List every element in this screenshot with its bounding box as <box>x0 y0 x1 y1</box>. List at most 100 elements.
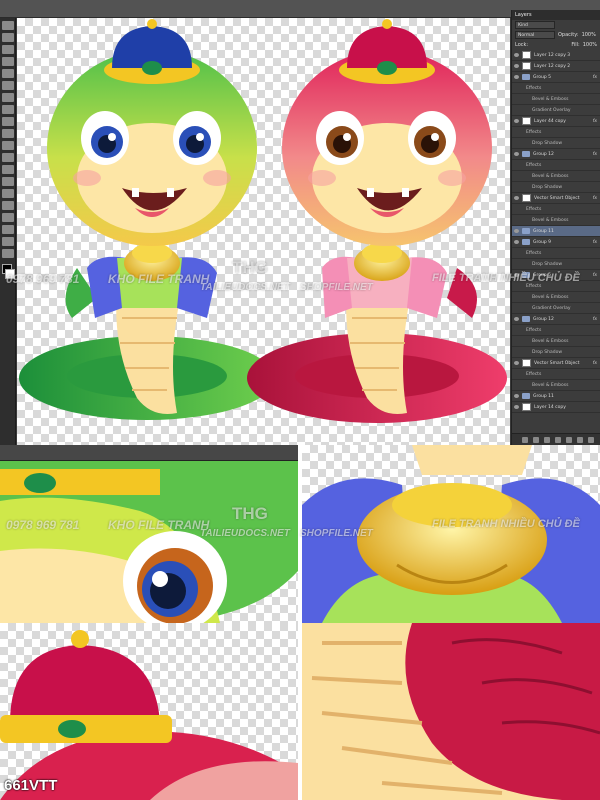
visibility-eye-icon[interactable] <box>514 240 519 244</box>
add-mask-icon[interactable] <box>544 436 550 443</box>
visibility-eye-icon[interactable] <box>514 53 519 57</box>
layer-list: Layer 12 copy 3 Layer 12 copy 2 Group 5 fx E… <box>512 50 600 413</box>
layer-effect-row[interactable]: Effects <box>512 248 600 259</box>
layer-effect-row[interactable]: Bevel & Emboss <box>512 94 600 105</box>
layer-row[interactable]: Vector Smart Object fx <box>512 193 600 204</box>
new-group-icon[interactable] <box>566 436 572 443</box>
marquee-tool-icon[interactable] <box>2 33 14 42</box>
hand-tool-icon[interactable] <box>2 237 14 246</box>
layer-label: Bevel & Emboss <box>532 96 569 102</box>
green-snake <box>19 19 275 420</box>
layer-effect-row[interactable]: Bevel & Emboss <box>512 336 600 347</box>
visibility-eye-icon[interactable] <box>514 405 519 409</box>
new-layer-icon[interactable] <box>577 436 583 443</box>
layers-panel-title[interactable]: Layers <box>512 10 600 20</box>
layer-effect-row[interactable]: Gradient Overlay <box>512 105 600 116</box>
folder-icon <box>522 239 530 245</box>
visibility-eye-icon[interactable] <box>514 229 519 233</box>
visibility-eye-icon[interactable] <box>514 75 519 79</box>
layer-effect-row[interactable]: Bevel & Emboss <box>512 292 600 303</box>
fill-value[interactable]: 100% <box>583 42 597 48</box>
gradient-tool-icon[interactable] <box>2 153 14 162</box>
clone-stamp-tool-icon[interactable] <box>2 117 14 126</box>
layer-effect-row[interactable]: Bevel & Emboss <box>512 380 600 391</box>
fx-badge: fx <box>592 316 597 322</box>
layer-label: Group 11 <box>533 228 554 234</box>
layer-group-row[interactable]: Group 12 fx <box>512 149 600 160</box>
layer-group-row[interactable]: Group 11 <box>512 391 600 402</box>
adjustment-layer-icon[interactable] <box>555 436 561 443</box>
layer-row[interactable]: Layer 14 copy <box>512 402 600 413</box>
visibility-eye-icon[interactable] <box>514 394 519 398</box>
red-hat-closeup <box>0 630 298 800</box>
layer-effect-row[interactable]: Drop Shadow <box>512 138 600 149</box>
link-layers-icon[interactable] <box>522 436 528 443</box>
layer-row[interactable]: Layer 44 copy fx <box>512 116 600 127</box>
layer-effect-row[interactable]: Effects <box>512 325 600 336</box>
add-style-icon[interactable] <box>533 436 539 443</box>
crop-tool-icon[interactable] <box>2 69 14 78</box>
layer-effect-row[interactable]: Gradient Overlay <box>512 303 600 314</box>
layer-label: Layer 44 copy <box>534 118 566 124</box>
lasso-tool-icon[interactable] <box>2 45 14 54</box>
layer-group-row[interactable]: Group 12 fx <box>512 314 600 325</box>
visibility-eye-icon[interactable] <box>514 119 519 123</box>
layer-group-row[interactable]: Group 5 fx <box>512 72 600 83</box>
move-tool-icon[interactable] <box>2 21 14 30</box>
zoom-red-hat: 661VTT <box>0 623 298 800</box>
layer-row[interactable]: Layer 12 copy 2 <box>512 61 600 72</box>
blend-mode-select[interactable]: Normal <box>515 31 555 39</box>
fx-badge: fx <box>592 74 597 80</box>
brush-tool-icon[interactable] <box>2 105 14 114</box>
blur-tool-icon[interactable] <box>2 165 14 174</box>
toolbox <box>0 18 16 445</box>
visibility-eye-icon[interactable] <box>514 64 519 68</box>
layer-effect-row[interactable]: Drop Shadow <box>512 259 600 270</box>
layer-effect-row[interactable]: Effects <box>512 160 600 171</box>
layer-label: Effects <box>526 327 542 333</box>
dodge-tool-icon[interactable] <box>2 177 14 186</box>
layer-effect-row[interactable]: Bevel & Emboss <box>512 215 600 226</box>
magic-wand-tool-icon[interactable] <box>2 57 14 66</box>
layer-effect-row[interactable]: Effects <box>512 204 600 215</box>
layer-group-row[interactable]: Group 11 <box>512 226 600 237</box>
watermark-site-1: TAILIEUDOCS.NET <box>200 282 290 293</box>
pen-tool-icon[interactable] <box>2 189 14 198</box>
layer-effect-row[interactable]: Effects <box>512 127 600 138</box>
layer-label: Layer 12 copy 3 <box>534 52 571 58</box>
layer-label: Effects <box>526 371 542 377</box>
history-brush-tool-icon[interactable] <box>2 129 14 138</box>
visibility-eye-icon[interactable] <box>514 152 519 156</box>
layer-effect-row[interactable]: Bevel & Emboss <box>512 171 600 182</box>
visibility-eye-icon[interactable] <box>514 317 519 321</box>
eraser-tool-icon[interactable] <box>2 141 14 150</box>
layer-effect-row[interactable]: Effects <box>512 369 600 380</box>
zoom-red-belly <box>302 623 600 800</box>
red-belly-closeup <box>302 623 600 800</box>
shape-tool-icon[interactable] <box>2 225 14 234</box>
layer-effect-row[interactable]: Drop Shadow <box>512 347 600 358</box>
document-canvas[interactable] <box>17 18 510 445</box>
fx-badge: fx <box>592 239 597 245</box>
layer-label: Drop Shadow <box>532 184 563 190</box>
zoom-window-titlebar <box>0 445 298 461</box>
healing-brush-tool-icon[interactable] <box>2 93 14 102</box>
layer-effect-row[interactable]: Drop Shadow <box>512 182 600 193</box>
eyedropper-tool-icon[interactable] <box>2 81 14 90</box>
delete-layer-icon[interactable] <box>588 436 594 443</box>
layer-row[interactable]: Layer 12 copy 3 <box>512 50 600 61</box>
layer-group-row[interactable]: Group 9 fx <box>512 237 600 248</box>
path-selection-tool-icon[interactable] <box>2 213 14 222</box>
visibility-eye-icon[interactable] <box>514 196 519 200</box>
zoom-tool-icon[interactable] <box>2 249 14 258</box>
type-tool-icon[interactable] <box>2 201 14 210</box>
layer-label: Group 9 <box>533 239 551 245</box>
visibility-eye-icon[interactable] <box>514 361 519 365</box>
opacity-value[interactable]: 100% <box>582 32 596 38</box>
layer-label: Effects <box>526 129 542 135</box>
layer-row[interactable]: Vector Smart Object fx <box>512 358 600 369</box>
layer-label: Effects <box>526 85 542 91</box>
layer-effect-row[interactable]: Effects <box>512 83 600 94</box>
kind-filter-select[interactable]: Kind <box>515 21 555 29</box>
folder-icon <box>522 74 530 80</box>
